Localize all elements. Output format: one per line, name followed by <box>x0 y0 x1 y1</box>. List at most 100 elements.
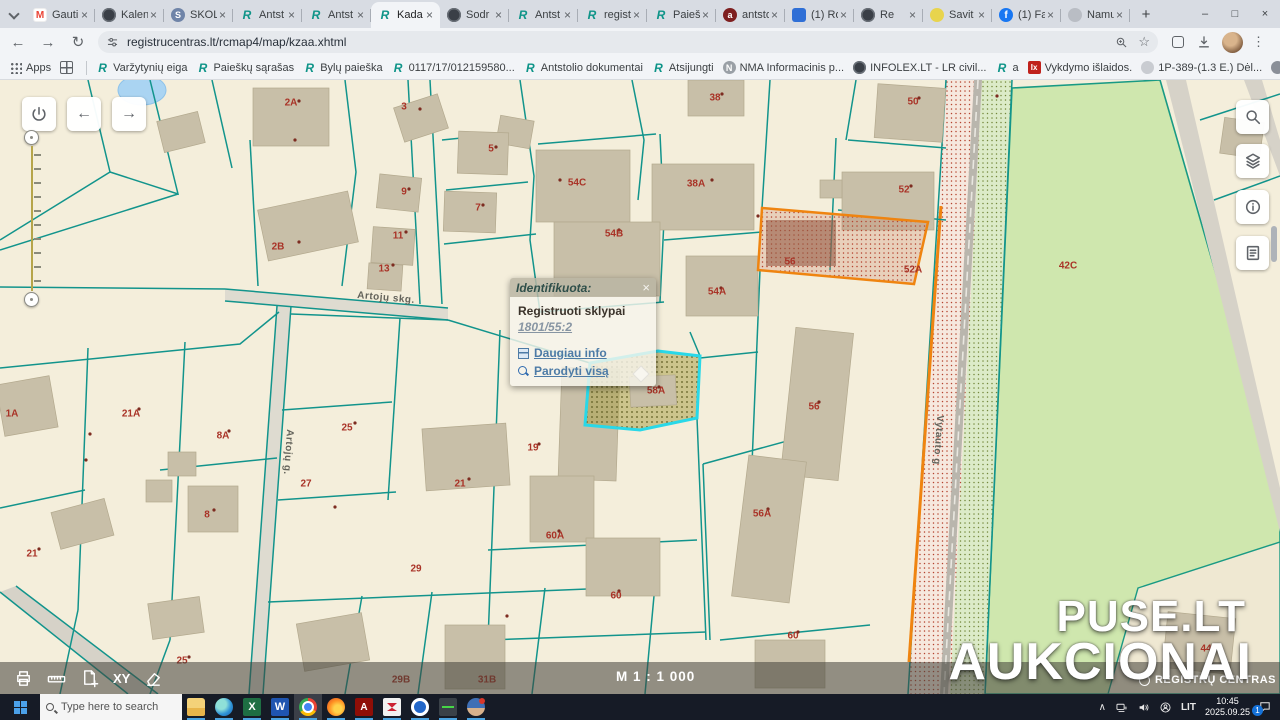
bookmark-vykdymo-i-laidos-[interactable]: Vykdymo išlaidos. <box>1027 61 1132 74</box>
tab-close-icon[interactable]: × <box>562 8 573 22</box>
printer-tool-icon[interactable] <box>14 669 33 688</box>
bookmark-infolex-lt-lr-civil-[interactable]: INFOLEX.LT - LR civil... <box>853 61 986 74</box>
tray-chevron-icon[interactable]: ∧ <box>1099 702 1106 713</box>
taskbar-app-acrobat[interactable] <box>350 694 378 720</box>
bookmark-atsijungti[interactable]: Atsijungti <box>652 61 714 74</box>
extensions-icon[interactable] <box>1172 36 1184 48</box>
tab-close-icon[interactable]: × <box>1045 8 1056 22</box>
bookmark-a[interactable]: a <box>995 61 1018 74</box>
bookmark-star-icon[interactable]: ☆ <box>1138 34 1150 50</box>
legend-button[interactable] <box>1236 236 1269 270</box>
tab-kada[interactable]: Kada× <box>371 2 440 28</box>
bookmark-1p-389-1-3-e-d-l-[interactable]: 1P-389-(1.3 E.) Dėl... <box>1141 61 1262 74</box>
tab-skol[interactable]: SKOL× <box>164 2 233 28</box>
tab--1-fa[interactable]: (1) Fa× <box>992 2 1061 28</box>
start-button[interactable] <box>0 694 40 720</box>
popup-link-parodyti-vis-[interactable]: Parodyti visą <box>518 364 648 378</box>
tab-regist[interactable]: regist× <box>578 2 647 28</box>
map-search-button[interactable] <box>1236 100 1269 134</box>
tab-close-icon[interactable]: × <box>1114 8 1125 22</box>
tab-antsto[interactable]: antsto× <box>716 2 785 28</box>
tab-close-icon[interactable]: × <box>769 8 780 22</box>
tab-antst[interactable]: Antst× <box>509 2 578 28</box>
tab-close-icon[interactable]: × <box>424 8 435 22</box>
bookmark-kompiuterio-paruo-[interactable]: Kompiuterio paruoš... <box>1271 61 1280 74</box>
forward-icon[interactable]: → <box>36 30 60 54</box>
tab-close-icon[interactable]: × <box>79 8 90 22</box>
power-button[interactable] <box>22 97 56 131</box>
clock[interactable]: 10:45 2025.09.25 <box>1205 696 1250 719</box>
maximize-button[interactable]: □ <box>1220 0 1250 28</box>
tab-close-icon[interactable]: × <box>631 8 642 22</box>
add-sheet-tool-icon[interactable] <box>80 669 99 688</box>
tab-close-icon[interactable]: × <box>286 8 297 22</box>
taskbar-search[interactable]: Type here to search <box>40 694 182 720</box>
zoom-in-handle[interactable] <box>24 130 39 145</box>
downloads-ic on-wrap[interactable] <box>1196 34 1212 50</box>
tab-close-icon[interactable]: × <box>838 8 849 22</box>
tab-close-icon[interactable]: × <box>907 8 918 22</box>
taskbar-app-blue-circle[interactable] <box>406 694 434 720</box>
volume-icon[interactable] <box>1137 701 1150 714</box>
close-button[interactable]: × <box>1250 0 1280 28</box>
zoom-track[interactable] <box>30 146 33 291</box>
user-status-icon[interactable] <box>1159 701 1172 714</box>
tab-close-icon[interactable]: × <box>493 8 504 22</box>
bookmark-paie-k-s-ra-as[interactable]: Paieškų sąrašas <box>196 61 294 74</box>
tab-overflow-chevron-icon[interactable] <box>8 8 20 20</box>
scrollbar-thumb[interactable] <box>1271 226 1277 262</box>
taskbar-app-excel[interactable] <box>238 694 266 720</box>
tab-kalen[interactable]: Kalen × <box>95 2 164 28</box>
tab-paie-[interactable]: Paieš× <box>647 2 716 28</box>
tab-close-icon[interactable]: × <box>217 8 228 22</box>
tab-gauti[interactable]: Gauti× <box>26 2 95 28</box>
url-text[interactable]: registrucentras.lt/rcmap4/map/kzaa.xhtml <box>127 35 1105 49</box>
zoom-page-icon[interactable] <box>1115 36 1128 49</box>
site-settings-icon[interactable] <box>106 36 119 49</box>
bookmark-nma-informacinis-p-[interactable]: NMA Informacinis p... <box>722 61 844 74</box>
tab-re[interactable]: Re × <box>854 2 923 28</box>
tab-close-icon[interactable]: × <box>148 8 159 22</box>
bookmark-apps[interactable]: Apps <box>9 61 51 74</box>
xy-tool-icon[interactable]: XY <box>113 669 130 688</box>
profile-avatar[interactable] <box>1222 31 1243 53</box>
taskbar-app-firefox[interactable] <box>322 694 350 720</box>
back-icon[interactable]: ← <box>6 30 30 54</box>
menu-kebab-icon[interactable]: ⋮ <box>1252 34 1265 50</box>
info-button[interactable] <box>1236 190 1269 224</box>
minimize-button[interactable]: – <box>1190 0 1220 28</box>
tab-savit[interactable]: Savit × <box>923 2 992 28</box>
action-center-button[interactable]: 1 <box>1252 700 1272 716</box>
network-icon[interactable] <box>1115 701 1128 714</box>
map-canvas[interactable]: 2A 3 5 7 9 11 13 2B 54C 38 38A 54B 54A 50 52 52A 56 56 56A… <box>0 80 1280 694</box>
popup-close-icon[interactable]: × <box>642 281 650 294</box>
history-back-button[interactable]: ← <box>67 97 101 131</box>
eraser-tool-icon[interactable] <box>144 669 163 688</box>
bookmark-var-ytyni-eiga[interactable]: Varžytynių eiga <box>96 61 187 74</box>
taskbar-app-contact[interactable] <box>462 694 490 720</box>
parcel-number-link[interactable]: 1801/55:2 <box>518 320 572 334</box>
zoom-out-handle[interactable] <box>24 292 39 307</box>
zoom-slider[interactable] <box>22 130 44 310</box>
tab-close-icon[interactable]: × <box>355 8 366 22</box>
tab-close-icon[interactable]: × <box>700 8 711 22</box>
taskbar-app-edge[interactable] <box>210 694 238 720</box>
tab-sodr[interactable]: Sodr × <box>440 2 509 28</box>
tab-close-icon[interactable]: × <box>976 8 987 22</box>
ruler-tool-icon[interactable] <box>47 669 66 688</box>
taskbar-app-chrome[interactable] <box>294 694 322 720</box>
taskbar-app-scanner[interactable] <box>434 694 462 720</box>
address-bar[interactable]: registrucentras.lt/rcmap4/map/kzaa.xhtml… <box>98 31 1158 53</box>
taskbar-app-word[interactable] <box>266 694 294 720</box>
taskbar-app-file-explorer[interactable] <box>182 694 210 720</box>
tab--1-ro[interactable]: (1) Ro× <box>785 2 854 28</box>
bookmark-antstolio-dokumentai[interactable]: Antstolio dokumentai <box>524 61 643 74</box>
new-tab-button[interactable]: + <box>1134 2 1158 26</box>
reload-icon[interactable]: ↻ <box>66 30 90 54</box>
tab-antst[interactable]: Antst× <box>233 2 302 28</box>
tab-namu[interactable]: Namu × <box>1061 2 1130 28</box>
taskbar-app-mail-red[interactable] <box>378 694 406 720</box>
bookmark-byl-paie-ka[interactable]: Bylų paieška <box>303 61 382 74</box>
history-forward-button[interactable]: → <box>112 97 146 131</box>
language-indicator[interactable]: LIT <box>1181 702 1196 713</box>
